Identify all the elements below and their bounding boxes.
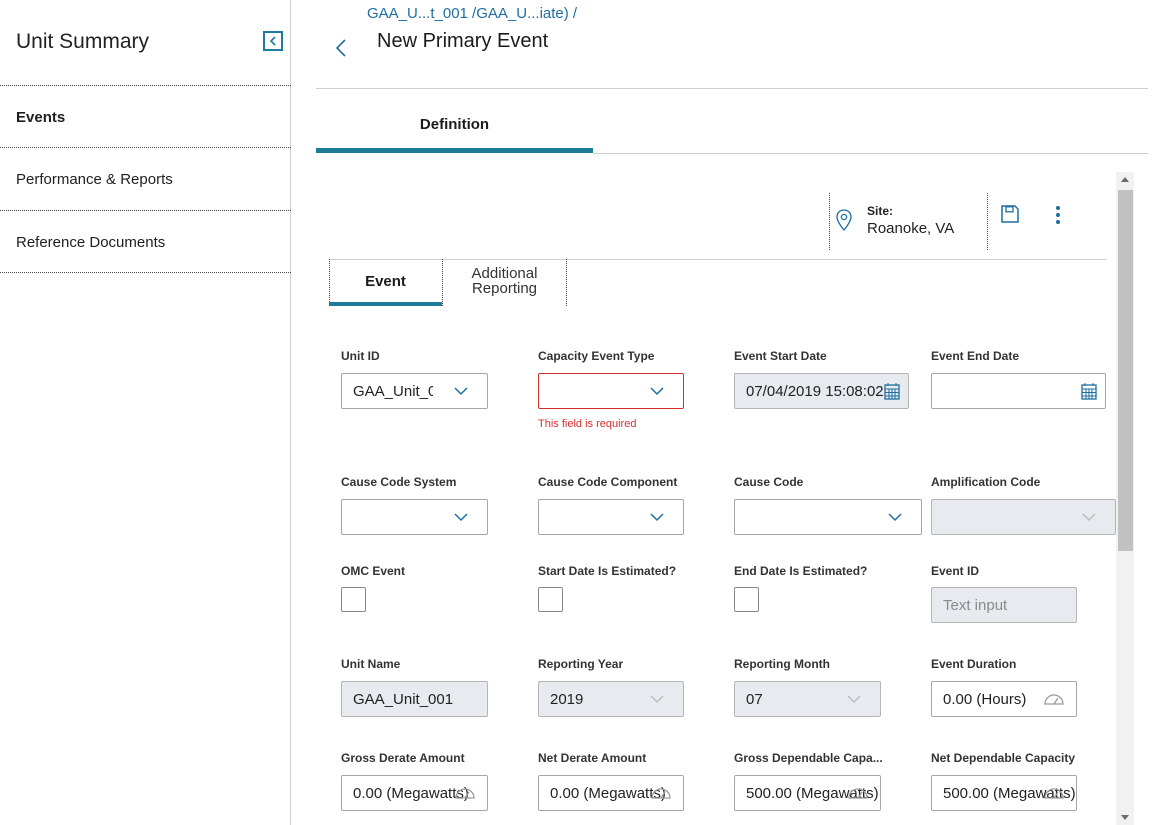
gauge-icon xyxy=(1044,788,1064,799)
unit-id-label: Unit ID xyxy=(341,349,380,363)
gauge-icon xyxy=(455,788,475,799)
subtab-additional-reporting[interactable]: Additional Reporting xyxy=(443,266,566,296)
net-derate-amount-field[interactable]: 0.00 (Megawatts) xyxy=(538,775,684,811)
calendar-icon[interactable] xyxy=(1081,382,1097,400)
gross-derate-amount-field[interactable]: 0.00 (Megawatts) xyxy=(341,775,488,811)
calendar-icon[interactable] xyxy=(884,382,900,400)
gross-derate-amount-label: Gross Derate Amount xyxy=(341,751,465,765)
amplification-code-select[interactable] xyxy=(931,499,1116,535)
chevron-down-icon xyxy=(650,513,664,522)
event-start-date-field[interactable]: 07/04/2019 15:08:02 xyxy=(734,373,909,409)
cause-code-component-label: Cause Code Component xyxy=(538,475,678,489)
collapse-sidebar-button[interactable] xyxy=(263,31,283,51)
reporting-year-select[interactable]: 2019 xyxy=(538,681,684,717)
start-date-estimated-checkbox[interactable] xyxy=(538,587,563,612)
scroll-up-arrow-icon[interactable] xyxy=(1121,177,1129,182)
chevron-left-icon xyxy=(269,36,276,46)
capacity-event-type-label: Capacity Event Type xyxy=(538,349,655,363)
omc-event-label: OMC Event xyxy=(341,564,406,578)
unit-id-value: GAA_Unit_0 xyxy=(353,382,433,400)
cause-code-select[interactable] xyxy=(734,499,922,535)
chevron-down-icon xyxy=(454,387,468,396)
breadcrumb[interactable]: GAA_U...t_001 /GAA_U...iate) / xyxy=(367,5,577,22)
capacity-event-type-select[interactable] xyxy=(538,373,684,409)
net-derate-amount-label: Net Derate Amount xyxy=(538,751,647,765)
divider xyxy=(593,153,1148,154)
active-subtab-indicator xyxy=(329,302,442,306)
scroll-down-arrow-icon[interactable] xyxy=(1121,815,1129,820)
gauge-icon xyxy=(1044,694,1064,705)
end-date-estimated-label: End Date Is Estimated? xyxy=(734,564,868,578)
net-dependable-capacity-label: Net Dependable Capacity xyxy=(931,751,1076,765)
sidebar: Unit Summary Events Performance & Report… xyxy=(0,0,291,825)
back-arrow-icon[interactable] xyxy=(332,36,350,60)
sidebar-title: Unit Summary xyxy=(16,30,150,53)
event-id-field[interactable]: Text input xyxy=(931,587,1077,623)
save-icon[interactable] xyxy=(1000,204,1020,224)
gross-dependable-capacity-label: Gross Dependable Capa... xyxy=(734,751,883,765)
reporting-month-select[interactable]: 07 xyxy=(734,681,881,717)
omc-event-checkbox[interactable] xyxy=(341,587,366,612)
event-duration-label: Event Duration xyxy=(931,657,1017,671)
cause-code-system-label: Cause Code System xyxy=(341,475,457,489)
cause-code-label: Cause Code xyxy=(734,475,804,489)
amplification-code-label: Amplification Code xyxy=(931,475,1041,489)
unit-name-field[interactable]: GAA_Unit_001 xyxy=(341,681,488,717)
chevron-down-icon xyxy=(888,513,902,522)
net-dependable-capacity-field[interactable]: 500.00 (Megawatts) xyxy=(931,775,1077,811)
capacity-event-type-error: This field is required xyxy=(538,418,637,430)
divider xyxy=(0,272,291,273)
event-id-label: Event ID xyxy=(931,564,980,578)
active-tab-indicator xyxy=(316,148,593,153)
divider xyxy=(316,88,1148,89)
event-start-date-label: Event Start Date xyxy=(734,349,827,363)
scrollbar-thumb[interactable] xyxy=(1118,190,1133,551)
page-title: New Primary Event xyxy=(377,30,549,52)
end-date-estimated-checkbox[interactable] xyxy=(734,587,759,612)
gross-dependable-capacity-field[interactable]: 500.00 (Megawatts) xyxy=(734,775,881,811)
chevron-down-icon xyxy=(650,387,664,396)
tab-definition[interactable]: Definition xyxy=(316,105,593,154)
gauge-icon xyxy=(651,788,671,799)
site-value: Roanoke, VA xyxy=(867,220,955,237)
more-vertical-icon[interactable] xyxy=(1054,205,1062,225)
chevron-down-icon xyxy=(1082,513,1096,522)
event-end-date-field[interactable] xyxy=(931,373,1106,409)
start-date-estimated-label: Start Date Is Estimated? xyxy=(538,564,677,578)
event-id-placeholder: Text input xyxy=(943,596,1008,614)
cause-code-system-select[interactable] xyxy=(341,499,488,535)
chevron-down-icon xyxy=(454,513,468,522)
unit-name-value: GAA_Unit_001 xyxy=(353,690,454,708)
divider xyxy=(0,210,291,211)
reporting-year-label: Reporting Year xyxy=(538,657,624,671)
chevron-down-icon xyxy=(650,695,664,704)
cause-code-component-select[interactable] xyxy=(538,499,684,535)
reporting-month-label: Reporting Month xyxy=(734,657,830,671)
chevron-down-icon xyxy=(847,695,861,704)
unit-name-label: Unit Name xyxy=(341,657,401,671)
site-label: Site: xyxy=(867,204,894,218)
gauge-icon xyxy=(848,788,868,799)
event-duration-field[interactable]: 0.00 (Hours) xyxy=(931,681,1077,717)
divider xyxy=(0,85,291,86)
unit-id-select[interactable]: GAA_Unit_0 xyxy=(341,373,488,409)
sidebar-item-reference-documents[interactable]: Reference Documents xyxy=(16,234,165,251)
subtab-event[interactable]: Event xyxy=(329,259,442,304)
location-pin-icon xyxy=(836,209,852,231)
sidebar-item-performance-reports[interactable]: Performance & Reports xyxy=(16,171,173,188)
divider xyxy=(0,147,291,148)
event-end-date-label: Event End Date xyxy=(931,349,1020,363)
sidebar-item-events[interactable]: Events xyxy=(16,109,65,126)
